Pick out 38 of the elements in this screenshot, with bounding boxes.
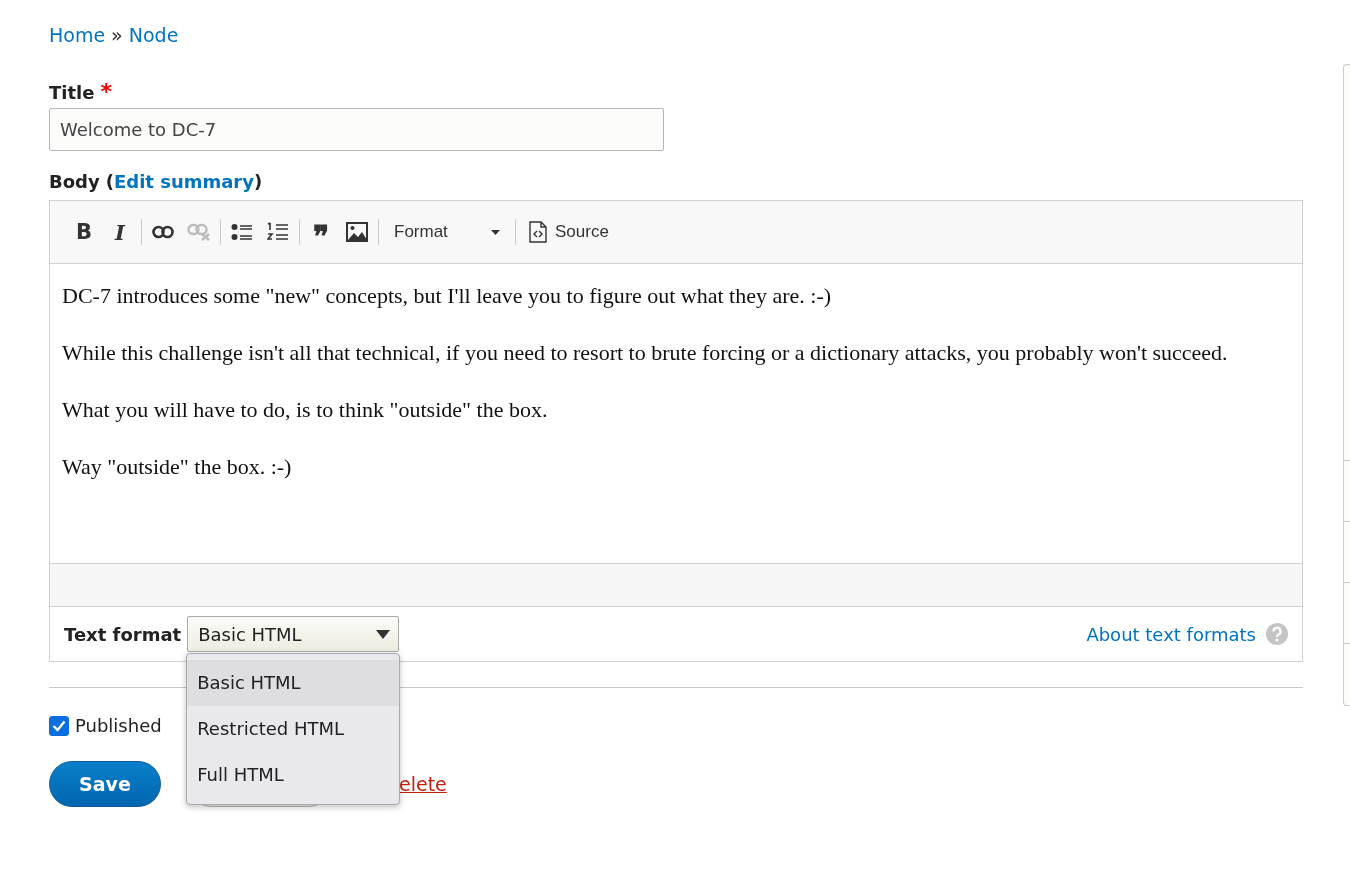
text-format-label: Text format [64,623,182,645]
field-label: Title [49,82,95,103]
bold-button[interactable]: B [66,216,102,248]
delete-link[interactable]: elete [399,773,447,795]
required-mark: * [100,79,112,104]
dropdown-option[interactable]: Basic HTML [187,660,400,706]
caret-icon [376,629,391,639]
dropdown-option[interactable]: Restricted HTML [187,706,400,752]
format-dropdown[interactable]: Format [382,216,512,248]
help-icon [1266,623,1288,645]
italic-button[interactable]: I [102,216,138,248]
parenthesis: ) [254,171,263,192]
body-paragraph: DC-7 introduces some "new" concepts, but I'll leave you to figure out what they are. :-) [62,284,833,308]
save-button[interactable]: Save [49,761,161,807]
text-format-select[interactable]: Basic HTML [187,616,400,652]
field-label: Body [49,171,100,192]
checkbox-label: Published [75,715,162,736]
image-icon [346,222,368,242]
blockquote-button[interactable]: ❞ [303,216,339,248]
broken-link-icon [187,223,211,241]
source-button[interactable]: Source [519,216,619,248]
body-paragraph: Way "outside" the box. :-) [62,455,293,479]
numbered-list-icon [267,222,289,242]
breadcrumb-separator: » [111,24,123,46]
published-checkbox[interactable] [49,715,69,736]
edit-summary-link[interactable]: Edit summary [113,171,254,192]
bulleted-list-icon [231,223,253,241]
chain-link-icon [152,225,174,239]
body-paragraph: What you will have to do, is to think "outside" the box. [62,398,549,422]
breadcrumb-link[interactable]: Home [49,24,106,46]
about-text-formats-link[interactable]: About text formats [1086,623,1256,645]
parenthesis: ( [105,171,114,192]
body-paragraph: While this challenge isn't all that technical, if you need to resort to brute forcing or a dictionary attacks, you probably won't succeed. [62,341,1229,365]
dropdown-option[interactable]: Full HTML [187,752,400,798]
caret-icon [491,229,500,235]
document-icon [529,221,547,243]
title-input[interactable]: Welcome to DC-7 [49,108,664,151]
breadcrumb-link[interactable]: Node [128,24,179,46]
